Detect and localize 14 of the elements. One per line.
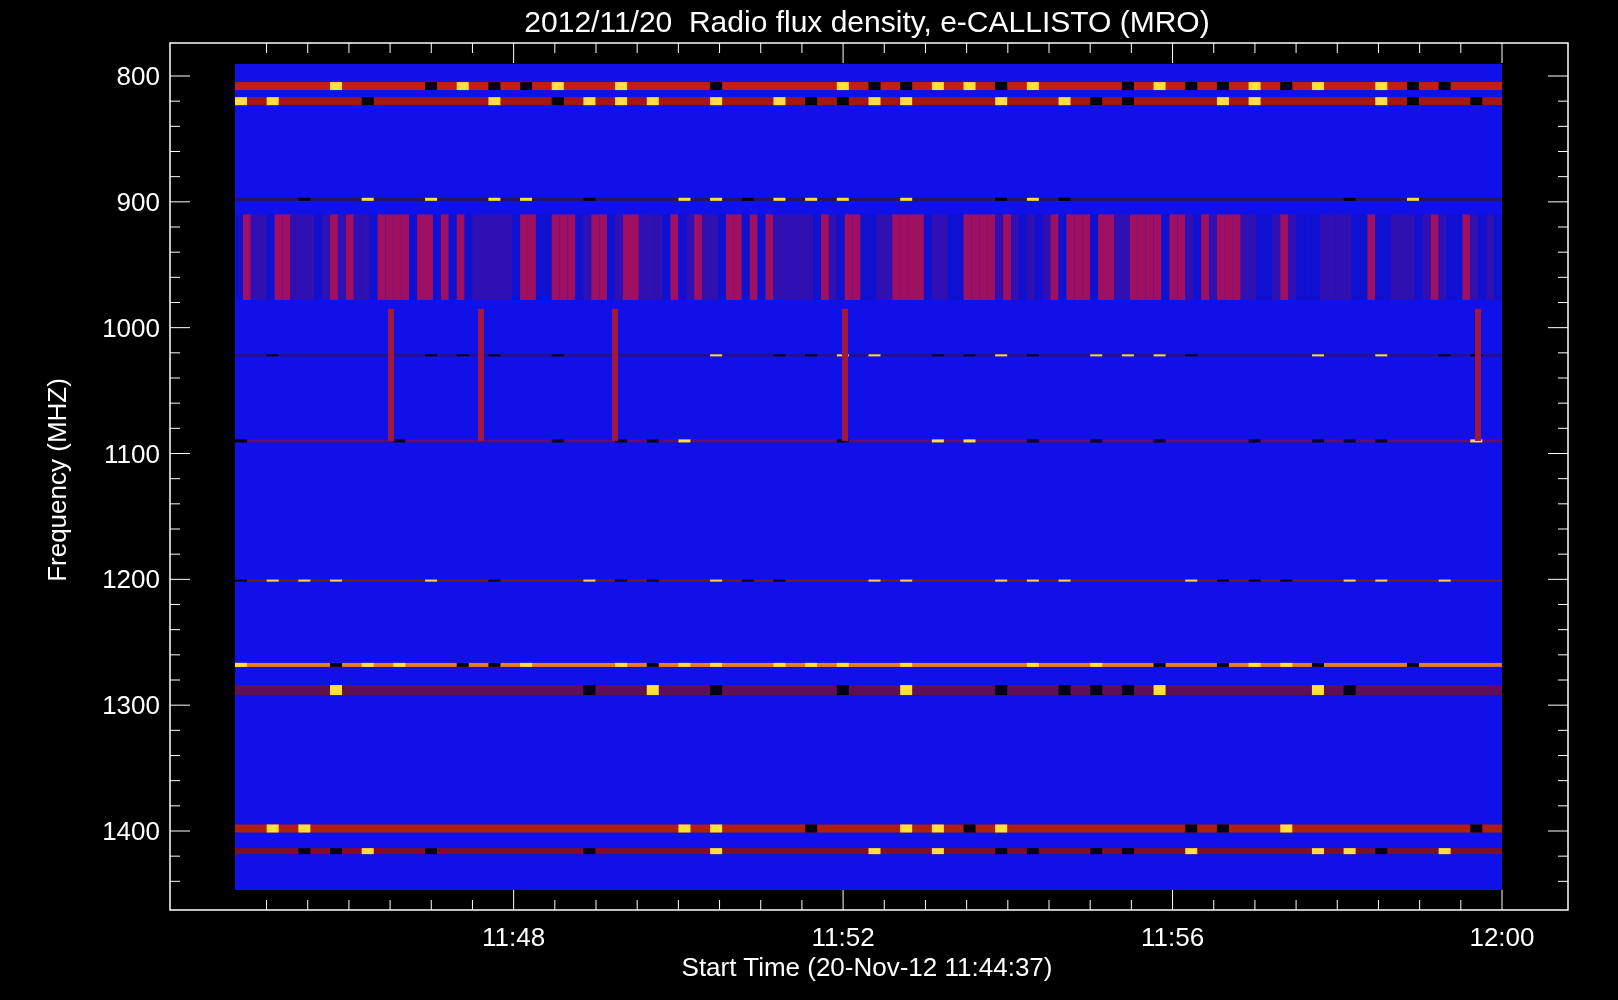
axis-tick-label: 11:48 bbox=[482, 922, 546, 952]
axis-tick-label: 1200 bbox=[102, 564, 160, 595]
axis-title: Frequency (MHZ) bbox=[42, 378, 72, 582]
axis-tick-label: 12:00 bbox=[1469, 922, 1535, 952]
axis-tick-label: 1000 bbox=[102, 312, 160, 343]
axis-tick-label: 11:52 bbox=[811, 922, 875, 952]
axis-tick-label: 11:56 bbox=[1141, 922, 1205, 952]
axis-tick-label: 900 bbox=[116, 186, 160, 217]
axis-tick-label: 800 bbox=[116, 61, 160, 91]
axis-tick-label: 1300 bbox=[102, 690, 160, 721]
axis-title: Start Time (20-Nov-12 11:44:37) bbox=[681, 952, 1053, 982]
chart-title: 2012/11/20 Radio flux density, e-CALLISTO (MRO) bbox=[524, 5, 1210, 38]
axis-tick-label: 1400 bbox=[102, 816, 160, 846]
axis-tick-label: 1100 bbox=[104, 438, 160, 469]
